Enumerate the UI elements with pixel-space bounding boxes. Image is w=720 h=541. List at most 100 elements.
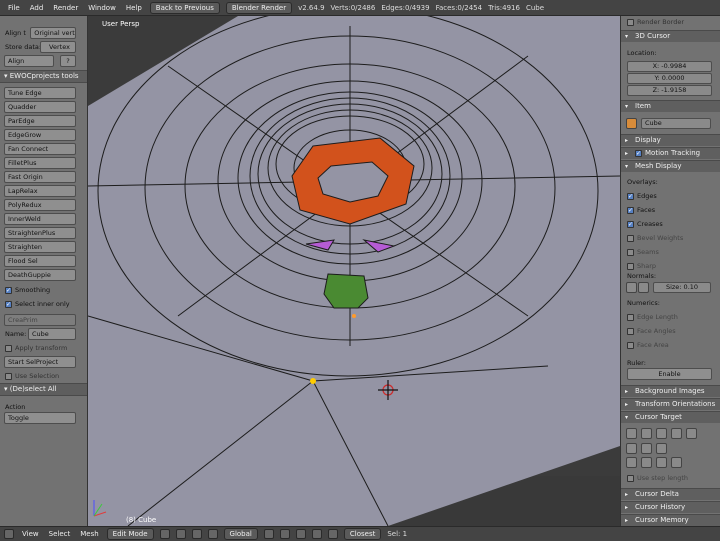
use-step-length-checkbox[interactable]: Use step length xyxy=(627,474,688,482)
creaprim-button[interactable]: CreaPrim xyxy=(4,314,76,326)
overlay-seams-checkbox[interactable]: Seams xyxy=(627,248,659,256)
3d-cursor-title: 3D Cursor xyxy=(635,32,671,40)
snap-edge-icon[interactable] xyxy=(641,428,652,439)
cursor-y-field[interactable]: Y: 0.0000 xyxy=(627,73,712,84)
select-inner-only-checkbox[interactable]: ✓ Select inner only xyxy=(5,300,70,308)
store-data-select[interactable]: Vertex xyxy=(40,41,76,53)
overlay-faces-checkbox[interactable]: ✓ Faces xyxy=(627,206,655,214)
background-images-header[interactable]: ▸ Background Images xyxy=(621,385,720,397)
snap-vertex-icon[interactable] xyxy=(626,428,637,439)
tool-tune-edge[interactable]: Tune Edge xyxy=(4,87,76,99)
ewoc-tools-header[interactable]: ▾ EWOCprojects tools xyxy=(0,70,87,83)
smoothing-checkbox[interactable]: ✓ Smoothing xyxy=(5,286,50,294)
edge-select-icon[interactable] xyxy=(279,529,290,539)
snap-center-icon[interactable] xyxy=(641,443,652,454)
overlay-creases-checkbox[interactable]: ✓ Creases xyxy=(627,220,663,228)
tool-quadder[interactable]: Quadder xyxy=(4,101,76,113)
orientation-select[interactable]: Global xyxy=(223,528,258,540)
tool-deathguppie[interactable]: DeathGuppie xyxy=(4,269,76,281)
menu-add[interactable]: Add xyxy=(28,4,46,12)
snap-median-icon[interactable] xyxy=(656,443,667,454)
menu-render[interactable]: Render xyxy=(51,4,80,12)
3d-viewport[interactable]: User Persp (8) Cube xyxy=(88,16,620,526)
snap-face-icon[interactable] xyxy=(656,428,667,439)
chevron-right-icon: ▸ xyxy=(625,401,629,408)
menu-select[interactable]: Select xyxy=(47,530,73,538)
cursor-x-field[interactable]: X: -0.9984 xyxy=(627,61,712,72)
normals-size-field[interactable]: Size: 0.10 xyxy=(653,282,711,293)
snap-volume-icon[interactable] xyxy=(671,428,682,439)
cursor-memory-header[interactable]: ▸ Cursor Memory xyxy=(621,514,720,526)
cursor-target-header[interactable]: ▾ Cursor Target xyxy=(621,411,720,423)
item-header[interactable]: ▾ Item xyxy=(621,100,720,112)
align-mode-select[interactable]: Original vert xyxy=(30,27,76,39)
tool-straightenplus[interactable]: StraightenPlus xyxy=(4,227,76,239)
mode-select[interactable]: Edit Mode xyxy=(106,528,154,540)
tool-edgegrow[interactable]: EdgeGrow xyxy=(4,129,76,141)
snap-closest-icon[interactable] xyxy=(641,457,652,468)
shading-icon[interactable] xyxy=(159,529,170,539)
numeric-face-area-checkbox[interactable]: Face Area xyxy=(627,341,669,349)
3d-cursor-header[interactable]: ▾ 3D Cursor xyxy=(621,30,720,42)
magnet-icon[interactable] xyxy=(327,529,338,539)
tool-straighten[interactable]: Straighten xyxy=(4,241,76,253)
back-to-previous-button[interactable]: Back to Previous xyxy=(149,1,220,14)
menu-window[interactable]: Window xyxy=(86,4,118,12)
tool-laprelax[interactable]: LapRelax xyxy=(4,185,76,197)
ruler-enable-button[interactable]: Enable xyxy=(627,368,712,380)
vertex-select-icon[interactable] xyxy=(263,529,274,539)
menu-help[interactable]: Help xyxy=(124,4,144,12)
action-select[interactable]: Toggle xyxy=(4,412,76,424)
align-button[interactable]: Align xyxy=(4,55,54,67)
render-engine-select[interactable]: Blender Render xyxy=(225,1,293,14)
menu-view[interactable]: View xyxy=(20,530,41,538)
translate-icon[interactable] xyxy=(207,529,218,539)
checkbox-icon: ✓ xyxy=(635,149,642,157)
snap-normal-icon[interactable] xyxy=(656,457,667,468)
tool-shelf: Align t Original vert Store data: Vertex… xyxy=(0,16,88,526)
pivot-icon[interactable] xyxy=(175,529,186,539)
snap-select[interactable]: Closest xyxy=(343,528,382,540)
item-name-field[interactable]: Cube xyxy=(641,118,711,129)
menu-file[interactable]: File xyxy=(6,4,22,12)
apply-transform-checkbox[interactable]: Apply transform xyxy=(5,344,67,352)
snap-rotate-icon[interactable] xyxy=(671,457,682,468)
cursor-delta-header[interactable]: ▸ Cursor Delta xyxy=(621,488,720,500)
name-field[interactable]: Cube xyxy=(28,328,76,340)
tool-flood-sel[interactable]: Flood Sel xyxy=(4,255,76,267)
tool-polyredux[interactable]: PolyRedux xyxy=(4,199,76,211)
transform-orientations-header[interactable]: ▸ Transform Orientations xyxy=(621,398,720,410)
tool-fan-connect[interactable]: Fan Connect xyxy=(4,143,76,155)
numeric-edge-length-label: Edge Length xyxy=(637,313,678,321)
use-selection-checkbox[interactable]: Use Selection xyxy=(5,372,59,380)
motion-tracking-header[interactable]: ▸ ✓ Motion Tracking xyxy=(621,147,720,159)
tool-paredge[interactable]: ParEdge xyxy=(4,115,76,127)
face-select-icon[interactable] xyxy=(295,529,306,539)
chevron-right-icon: ▸ xyxy=(625,504,629,511)
render-border-checkbox[interactable]: Render Border xyxy=(627,18,684,26)
proportional-icon[interactable] xyxy=(311,529,322,539)
cursor-z-field[interactable]: Z: -1.9158 xyxy=(627,85,712,96)
mesh-display-header[interactable]: ▾ Mesh Display xyxy=(621,160,720,172)
overlay-edges-checkbox[interactable]: ✓ Edges xyxy=(627,192,657,200)
overlay-bevel-weights-checkbox[interactable]: Bevel Weights xyxy=(627,234,683,242)
editor-type-icon[interactable] xyxy=(4,529,14,539)
cursor-history-header[interactable]: ▸ Cursor History xyxy=(621,501,720,513)
face-normals-icon[interactable] xyxy=(638,282,649,293)
tool-filletplus[interactable]: FilletPlus xyxy=(4,157,76,169)
overlay-sharp-checkbox[interactable]: Sharp xyxy=(627,262,656,270)
numeric-face-angles-checkbox[interactable]: Face Angles xyxy=(627,327,676,335)
tool-fast-origin[interactable]: Fast Origin xyxy=(4,171,76,183)
menu-mesh[interactable]: Mesh xyxy=(78,530,100,538)
tool-innerweld[interactable]: InnerWeld xyxy=(4,213,76,225)
manipulator-icon[interactable] xyxy=(191,529,202,539)
help-button[interactable]: ? xyxy=(60,55,76,67)
numeric-edge-length-checkbox[interactable]: Edge Length xyxy=(627,313,678,321)
snap-target-icon[interactable] xyxy=(626,443,637,454)
snap-increment-icon[interactable] xyxy=(686,428,697,439)
display-header[interactable]: ▸ Display xyxy=(621,134,720,146)
snap-active-icon[interactable] xyxy=(626,457,637,468)
vertex-normals-icon[interactable] xyxy=(626,282,637,293)
start-selproject-button[interactable]: Start SelProject xyxy=(4,356,76,368)
deselect-all-header[interactable]: ▾ (De)select All xyxy=(0,383,87,396)
